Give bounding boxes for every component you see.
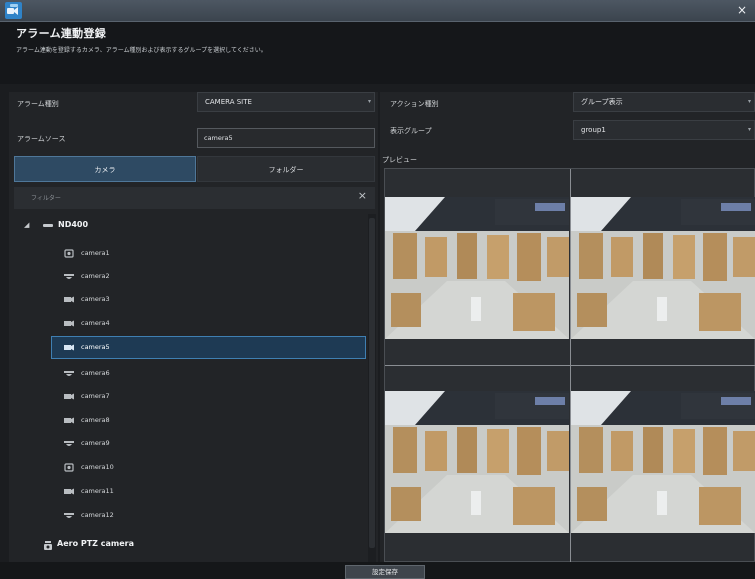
filter-placeholder: フィルター <box>31 195 61 202</box>
fisheye-camera-icon <box>64 371 74 376</box>
camera-label: camera1 <box>81 249 110 257</box>
camera-item[interactable]: camera11 <box>52 482 365 502</box>
camera-label: camera9 <box>81 439 110 447</box>
window-titlebar: × <box>0 0 755 22</box>
camera-preview-image <box>385 197 569 339</box>
camera-label: camera12 <box>81 511 114 519</box>
box-camera-icon <box>64 417 74 424</box>
camera-label: camera6 <box>81 369 110 377</box>
camera-item[interactable]: camera8 <box>52 411 365 431</box>
alarm-type-select[interactable]: CAMERA SITE ▾ <box>197 92 375 112</box>
app-icon <box>5 2 22 19</box>
action-type-value: グループ表示 <box>581 98 623 106</box>
scrollbar-thumb[interactable] <box>369 218 375 548</box>
tree-scrollbar[interactable] <box>368 214 376 562</box>
box-camera-icon <box>64 393 74 400</box>
chevron-down-icon: ▾ <box>367 98 371 105</box>
camera-item[interactable]: camera9 <box>52 434 365 454</box>
camera-item[interactable]: camera1 <box>52 244 365 264</box>
camera-label: camera2 <box>81 272 110 280</box>
camera-item[interactable]: camera10 <box>52 458 365 478</box>
box-camera-icon <box>64 296 74 303</box>
page-description: アラーム連動を登録するカメラ、アラーム種別および表示するグループを選択してくださ… <box>16 47 267 54</box>
fisheye-camera-icon <box>64 274 74 279</box>
camera-tree: ◢ ND400 camera1 camera2 camera3 camera4 … <box>14 212 368 562</box>
ptz-camera-label: Aero PTZ camera <box>57 539 134 548</box>
tab-camera[interactable]: カメラ <box>14 156 196 182</box>
tab-folder[interactable]: フォルダー <box>197 156 375 182</box>
box-camera-icon <box>64 320 74 327</box>
filter-clear-icon[interactable]: × <box>358 189 367 202</box>
display-group-select[interactable]: group1 ▾ <box>573 120 755 140</box>
box-camera-icon <box>64 488 74 495</box>
save-settings-button[interactable]: 設定保存 <box>345 565 425 579</box>
display-group-label: 表示グループ <box>390 127 432 135</box>
ptz-camera-item[interactable]: Aero PTZ camera <box>44 538 344 554</box>
alarm-type-value: CAMERA SITE <box>205 98 252 106</box>
tree-root-label: ND400 <box>58 220 89 229</box>
ptz-camera-icon <box>44 541 52 550</box>
dome-camera-icon <box>64 249 74 258</box>
chevron-down-icon: ▾ <box>747 126 751 133</box>
camera-item[interactable]: camera7 <box>52 387 365 407</box>
action-type-select[interactable]: グループ表示 ▾ <box>573 92 755 112</box>
camera-preview-image <box>571 391 755 533</box>
fisheye-camera-icon <box>64 441 74 446</box>
page-title: アラーム連動登録 <box>16 27 107 40</box>
camera-item[interactable]: camera3 <box>52 290 365 310</box>
camera-label: camera11 <box>81 487 114 495</box>
preview-label: プレビュー <box>382 156 417 164</box>
camera-label: camera3 <box>81 295 110 303</box>
camera-label: camera5 <box>81 343 110 351</box>
camera-label: camera10 <box>81 463 114 471</box>
camera-label: camera8 <box>81 416 110 424</box>
preview-grid <box>384 168 755 563</box>
camera-label: camera4 <box>81 319 110 327</box>
camera-item[interactable]: camera2 <box>52 267 365 287</box>
close-icon[interactable]: × <box>737 2 747 18</box>
box-camera-icon <box>64 344 74 351</box>
tree-collapse-icon[interactable]: ◢ <box>24 221 29 229</box>
camera-item[interactable]: camera4 <box>52 314 365 334</box>
alarm-source-label: アラームソース <box>17 135 66 143</box>
alarm-source-field[interactable]: camera5 <box>197 128 375 148</box>
filter-input[interactable]: フィルター × <box>14 187 375 209</box>
camera-preview-image <box>571 197 755 339</box>
fisheye-camera-icon <box>64 513 74 518</box>
chevron-down-icon: ▾ <box>747 98 751 105</box>
camera-item[interactable]: camera12 <box>52 506 365 526</box>
action-type-label: アクション種別 <box>390 100 439 108</box>
dome-camera-icon <box>64 463 74 472</box>
tree-root-nd400[interactable]: ◢ ND400 <box>14 218 354 234</box>
camera-preview-image <box>385 391 569 533</box>
alarm-type-label: アラーム種別 <box>17 100 59 108</box>
camera-item-selected[interactable]: camera5 <box>51 336 366 359</box>
display-group-value: group1 <box>581 126 606 134</box>
camera-label: camera7 <box>81 392 110 400</box>
grid-divider <box>385 365 755 366</box>
camera-item[interactable]: camera6 <box>52 364 365 384</box>
recorder-icon <box>43 224 53 227</box>
